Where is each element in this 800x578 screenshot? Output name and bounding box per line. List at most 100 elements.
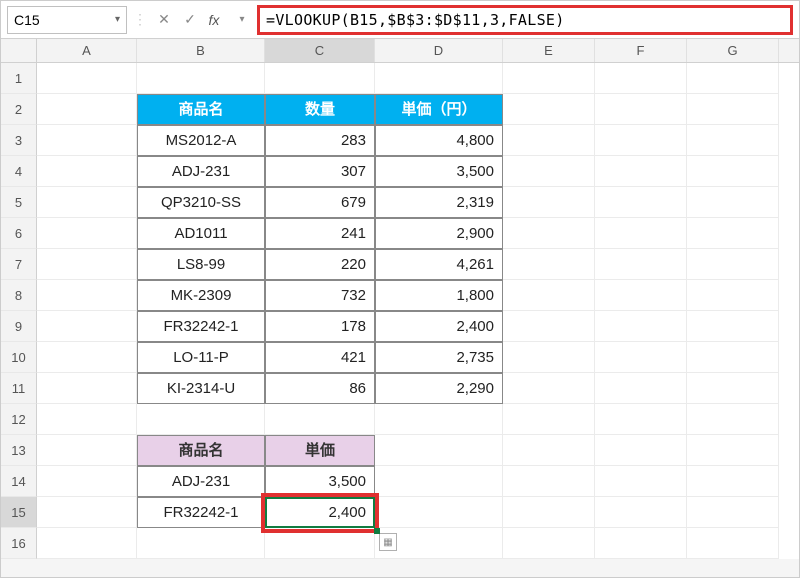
cell-b10[interactable]: LO-11-P [137, 342, 265, 373]
cell-f5[interactable] [595, 187, 687, 218]
cell-f8[interactable] [595, 280, 687, 311]
row-header-15[interactable]: 15 [1, 497, 37, 528]
cell-d4[interactable]: 3,500 [375, 156, 503, 187]
row-header-10[interactable]: 10 [1, 342, 37, 373]
row-header-14[interactable]: 14 [1, 466, 37, 497]
row-header-7[interactable]: 7 [1, 249, 37, 280]
cell-g14[interactable] [687, 466, 779, 497]
cell-f6[interactable] [595, 218, 687, 249]
cell-d9[interactable]: 2,400 [375, 311, 503, 342]
cell-d8[interactable]: 1,800 [375, 280, 503, 311]
col-header-a[interactable]: A [37, 39, 137, 62]
cell-a7[interactable] [37, 249, 137, 280]
cell-e4[interactable] [503, 156, 595, 187]
cell-f14[interactable] [595, 466, 687, 497]
cell-e10[interactable] [503, 342, 595, 373]
cell-b15[interactable]: FR32242-1 [137, 497, 265, 528]
table1-header-b[interactable]: 商品名 [137, 94, 265, 125]
cell-g13[interactable] [687, 435, 779, 466]
cell-c11[interactable]: 86 [265, 373, 375, 404]
cell-e2[interactable] [503, 94, 595, 125]
chevron-down-icon[interactable]: ▾ [115, 14, 120, 25]
cell-a13[interactable] [37, 435, 137, 466]
cell-c7[interactable]: 220 [265, 249, 375, 280]
cell-d12[interactable] [375, 404, 503, 435]
cell-c4[interactable]: 307 [265, 156, 375, 187]
row-header-5[interactable]: 5 [1, 187, 37, 218]
cell-b11[interactable]: KI-2314-U [137, 373, 265, 404]
cell-g4[interactable] [687, 156, 779, 187]
cell-d1[interactable] [375, 63, 503, 94]
accept-formula-button[interactable]: ✓ [179, 8, 201, 32]
cell-e6[interactable] [503, 218, 595, 249]
cell-c6[interactable]: 241 [265, 218, 375, 249]
cell-g10[interactable] [687, 342, 779, 373]
cell-f1[interactable] [595, 63, 687, 94]
cell-e5[interactable] [503, 187, 595, 218]
cell-a8[interactable] [37, 280, 137, 311]
cell-g9[interactable] [687, 311, 779, 342]
cell-b14[interactable]: ADJ-231 [137, 466, 265, 497]
cell-f9[interactable] [595, 311, 687, 342]
cell-d3[interactable]: 4,800 [375, 125, 503, 156]
cell-c12[interactable] [265, 404, 375, 435]
cell-a9[interactable] [37, 311, 137, 342]
cell-e8[interactable] [503, 280, 595, 311]
cell-c10[interactable]: 421 [265, 342, 375, 373]
cell-g16[interactable] [687, 528, 779, 559]
table1-header-c[interactable]: 数量 [265, 94, 375, 125]
cell-f16[interactable] [595, 528, 687, 559]
row-header-11[interactable]: 11 [1, 373, 37, 404]
fx-button[interactable]: fx [205, 8, 227, 32]
row-header-9[interactable]: 9 [1, 311, 37, 342]
cell-b12[interactable] [137, 404, 265, 435]
cell-b6[interactable]: AD1011 [137, 218, 265, 249]
col-header-b[interactable]: B [137, 39, 265, 62]
cell-c8[interactable]: 732 [265, 280, 375, 311]
cell-a3[interactable] [37, 125, 137, 156]
row-header-4[interactable]: 4 [1, 156, 37, 187]
cell-g7[interactable] [687, 249, 779, 280]
row-header-8[interactable]: 8 [1, 280, 37, 311]
cell-d7[interactable]: 4,261 [375, 249, 503, 280]
cell-d6[interactable]: 2,900 [375, 218, 503, 249]
cell-e7[interactable] [503, 249, 595, 280]
cell-g2[interactable] [687, 94, 779, 125]
name-box[interactable]: C15 ▾ [7, 6, 127, 34]
cell-b7[interactable]: LS8-99 [137, 249, 265, 280]
cell-f15[interactable] [595, 497, 687, 528]
row-header-6[interactable]: 6 [1, 218, 37, 249]
cell-a15[interactable] [37, 497, 137, 528]
cell-f11[interactable] [595, 373, 687, 404]
cell-b1[interactable] [137, 63, 265, 94]
cell-f13[interactable] [595, 435, 687, 466]
row-header-12[interactable]: 12 [1, 404, 37, 435]
cell-f10[interactable] [595, 342, 687, 373]
cell-b8[interactable]: MK-2309 [137, 280, 265, 311]
col-header-g[interactable]: G [687, 39, 779, 62]
cell-e3[interactable] [503, 125, 595, 156]
cell-d14[interactable] [375, 466, 503, 497]
cell-g1[interactable] [687, 63, 779, 94]
row-header-3[interactable]: 3 [1, 125, 37, 156]
cell-b3[interactable]: MS2012-A [137, 125, 265, 156]
col-header-e[interactable]: E [503, 39, 595, 62]
cell-a6[interactable] [37, 218, 137, 249]
cell-a4[interactable] [37, 156, 137, 187]
cell-g6[interactable] [687, 218, 779, 249]
cell-a1[interactable] [37, 63, 137, 94]
cell-f3[interactable] [595, 125, 687, 156]
cell-g8[interactable] [687, 280, 779, 311]
cell-e14[interactable] [503, 466, 595, 497]
table2-header-c[interactable]: 単価 [265, 435, 375, 466]
cell-b9[interactable]: FR32242-1 [137, 311, 265, 342]
cell-c16[interactable] [265, 528, 375, 559]
cell-c14[interactable]: 3,500 [265, 466, 375, 497]
fx-dropdown-icon[interactable]: ▾ [231, 14, 253, 25]
col-header-f[interactable]: F [595, 39, 687, 62]
cell-g11[interactable] [687, 373, 779, 404]
cell-a2[interactable] [37, 94, 137, 125]
cell-a10[interactable] [37, 342, 137, 373]
cell-c1[interactable] [265, 63, 375, 94]
select-all-corner[interactable] [1, 39, 37, 63]
